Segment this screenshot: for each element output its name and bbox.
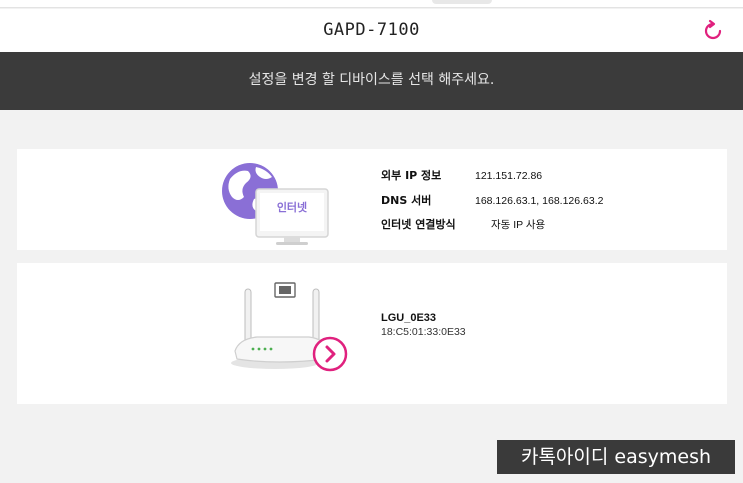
refresh-icon[interactable] (701, 19, 725, 43)
external-ip-row: 외부 IP 정보 121.151.72.86 (381, 167, 542, 183)
page-title: GAPD-7100 (323, 20, 420, 40)
top-notch (432, 0, 492, 4)
header-bar: GAPD-7100 (0, 9, 743, 52)
instruction-banner: 설정을 변경 할 디바이스를 선택 해주세요. (0, 52, 743, 110)
dns-value: 168.126.63.1, 168.126.63.2 (475, 195, 604, 207)
watermark: 카톡아이디 easymesh (497, 440, 735, 474)
dns-label: DNS 서버 (381, 194, 432, 207)
router-mac: 18:C5:01:33:0E33 (381, 326, 466, 338)
dns-row: DNS 서버 168.126.63.1, 168.126.63.2 (381, 192, 603, 208)
connection-type-row: 인터넷 연결방식 자동 IP 사용 (381, 216, 545, 232)
router-card[interactable]: LGU_0E33 18:C5:01:33:0E33 (17, 263, 727, 404)
external-ip-value: 121.151.72.86 (475, 170, 543, 182)
top-strip (0, 0, 743, 8)
chevron-right-icon[interactable] (312, 336, 348, 372)
internet-card: 인터넷 외부 IP 정보 121.151.72.86 DNS 서버 168.126.… (17, 149, 727, 250)
external-ip-label: 외부 IP 정보 (381, 169, 442, 182)
monitor-label: 인터넷 (276, 201, 308, 214)
connection-type-label: 인터넷 연결방식 (381, 218, 456, 231)
connection-type-value: 자동 IP 사용 (491, 219, 546, 231)
router-name: LGU_0E33 (381, 312, 437, 324)
